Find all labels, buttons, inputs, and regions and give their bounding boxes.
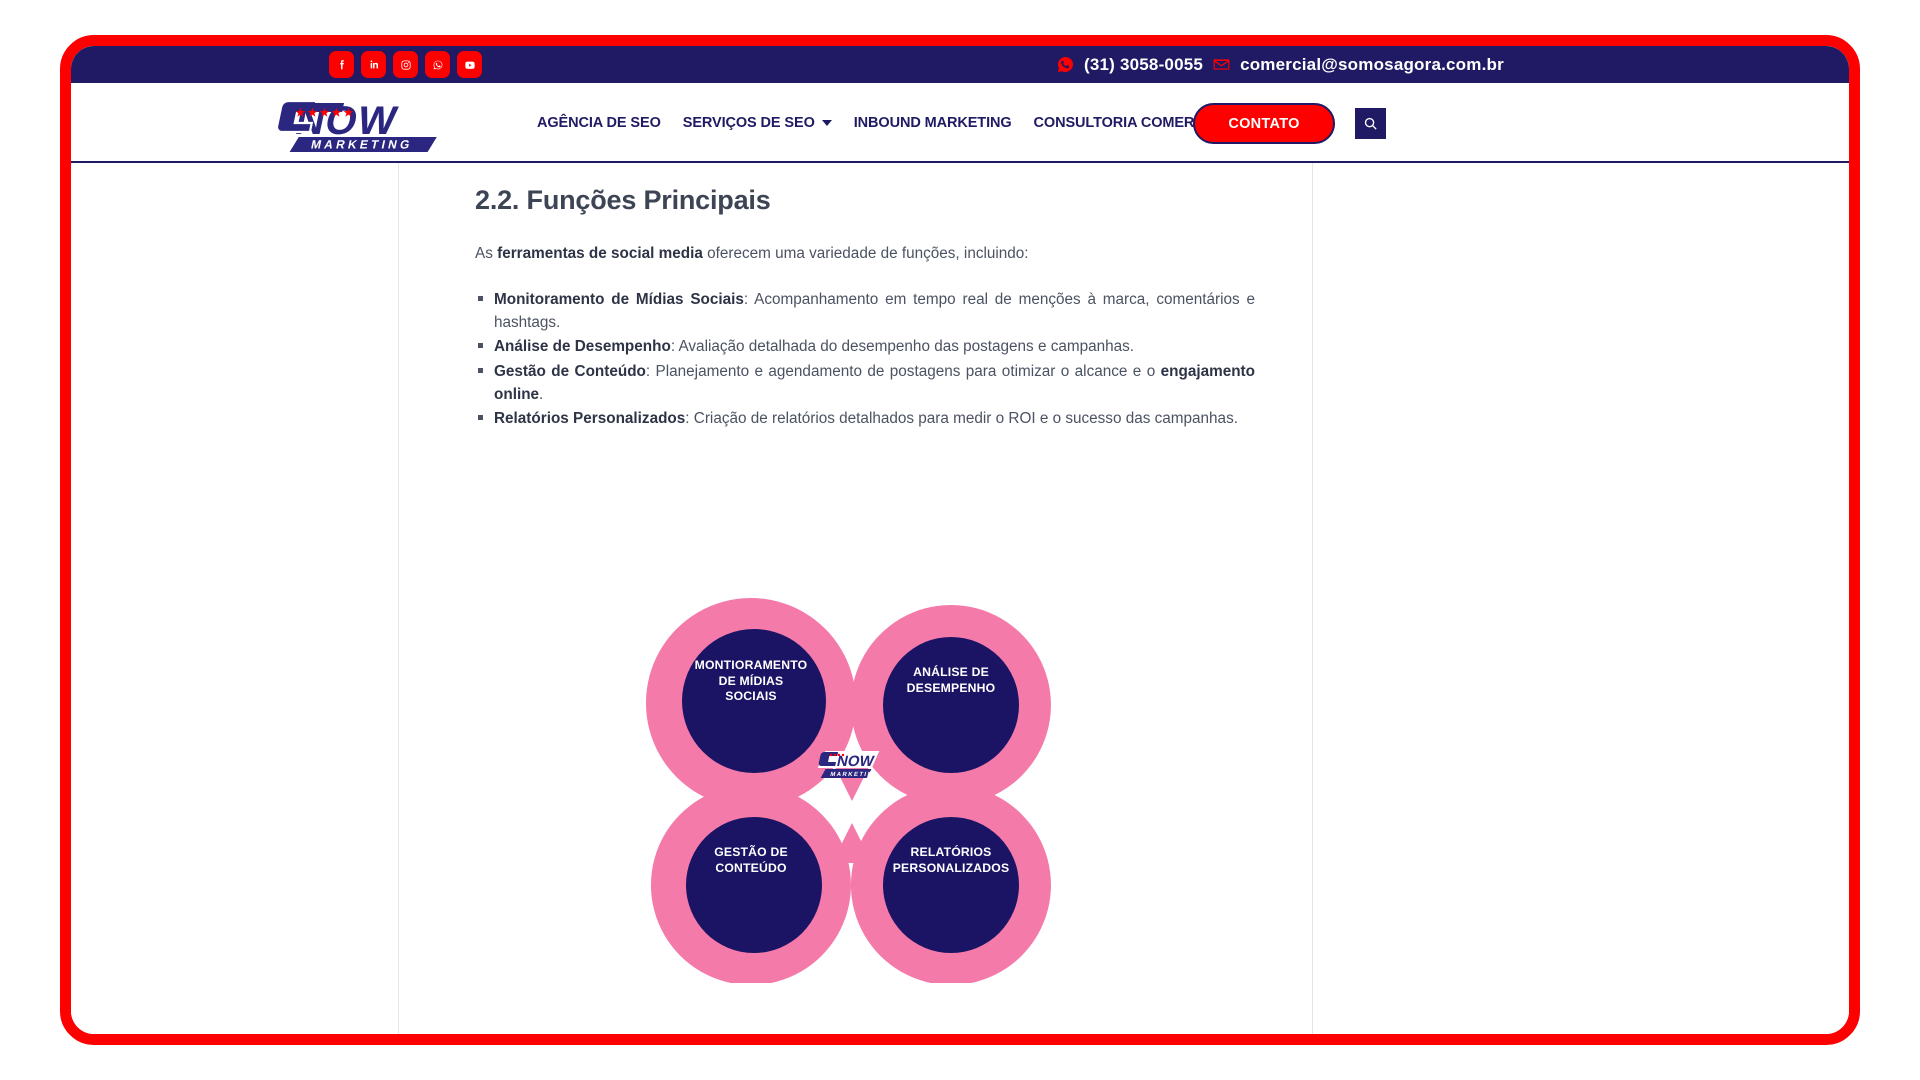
- nav-item-inbound-marketing[interactable]: INBOUND MARKETING: [854, 115, 1012, 131]
- nav-label: SERVIÇOS DE SEO: [682, 115, 815, 131]
- list-item: Monitoramento de Mídias Sociais: Acompan…: [475, 288, 1255, 335]
- search-icon: [1364, 117, 1377, 130]
- page-title: 2.2. Funções Principais: [475, 185, 771, 215]
- search-button[interactable]: [1355, 108, 1386, 139]
- list-item-desc: : Criação de relatórios detalhados para …: [685, 410, 1238, 428]
- chevron-down-icon: [821, 120, 832, 126]
- site-header: NOW MARKETING AGÊNCIA DE SEO SERVIÇOS DE…: [71, 83, 1849, 163]
- nav-label: INBOUND MARKETING: [853, 115, 1012, 131]
- instagram-icon[interactable]: [393, 51, 418, 78]
- intro-paragraph: As ferramentas de social media oferecem …: [475, 243, 1255, 266]
- intro-emphasis: ferramentas de social media: [497, 245, 703, 262]
- main-navigation: AGÊNCIA DE SEO SERVIÇOS DE SEO INBOUND M…: [537, 83, 1291, 163]
- list-item: Análise de Desempenho: Avaliação detalha…: [475, 335, 1255, 358]
- top-utility-bar: (31) 3058-0055 comercial@somosagora.com.…: [71, 46, 1849, 83]
- list-item-desc-2: .: [539, 385, 544, 403]
- nav-item-servicos-de-seo[interactable]: SERVIÇOS DE SEO: [683, 115, 832, 131]
- functions-cycle-diagram: MONTIORAMENTO DE MÍDIAS SOCIAIS ANÁLISE …: [636, 563, 1066, 983]
- list-item: Relatórios Personalizados: Criação de re…: [475, 407, 1255, 430]
- content-divider-right: [1312, 163, 1313, 1034]
- whatsapp-icon: [1056, 55, 1075, 74]
- whatsapp-icon[interactable]: [425, 51, 450, 78]
- social-links-group: [329, 46, 482, 83]
- facebook-icon[interactable]: [329, 51, 354, 78]
- svg-text:MARKETING: MARKETING: [310, 138, 414, 152]
- functions-list: Monitoramento de Mídias Sociais: Acompan…: [475, 288, 1255, 431]
- contato-button[interactable]: CONTATO: [1193, 103, 1335, 144]
- nav-label: AGÊNCIA DE SEO: [537, 115, 661, 131]
- content-divider-left: [398, 163, 399, 1034]
- list-item-desc: : Avaliação detalhada do desempenho das …: [670, 338, 1135, 356]
- list-item: Gestão de Conteúdo: Planejamento e agend…: [475, 360, 1255, 407]
- list-item-term: Gestão de Conteúdo: [494, 362, 646, 380]
- linkedin-icon[interactable]: [361, 51, 386, 78]
- site-logo[interactable]: NOW MARKETING: [251, 89, 541, 157]
- list-item-term: Relatórios Personalizados: [494, 410, 686, 428]
- page-content: 2.2. Funções Principais As ferramentas d…: [71, 163, 1849, 1034]
- list-item-term: Monitoramento de Mídias Sociais: [494, 290, 744, 308]
- contact-info-group: (31) 3058-0055 comercial@somosagora.com.…: [1056, 46, 1504, 83]
- phone-number[interactable]: (31) 3058-0055: [1084, 55, 1203, 75]
- article-body: 2.2. Funções Principais As ferramentas d…: [475, 163, 1255, 431]
- envelope-icon: [1212, 55, 1231, 74]
- list-item-term: Análise de Desempenho: [494, 338, 671, 356]
- youtube-icon[interactable]: [457, 51, 482, 78]
- nav-item-agencia-de-seo[interactable]: AGÊNCIA DE SEO: [537, 115, 661, 131]
- list-item-desc: : Planejamento e agendamento de postagen…: [645, 362, 1161, 380]
- browser-viewport: (31) 3058-0055 comercial@somosagora.com.…: [60, 35, 1860, 1045]
- email-address[interactable]: comercial@somosagora.com.br: [1240, 55, 1504, 75]
- intro-prefix: As: [475, 245, 498, 262]
- intro-suffix: oferecem uma variedade de funções, inclu…: [702, 245, 1029, 262]
